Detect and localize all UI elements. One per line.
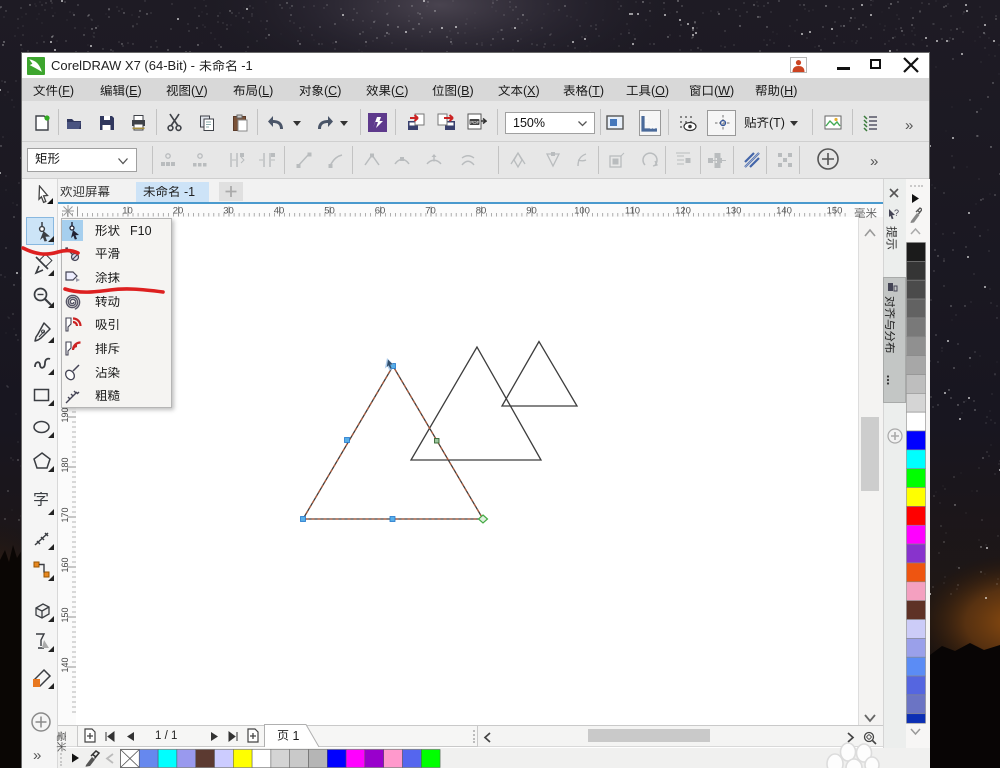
svg-text:120: 120 xyxy=(675,206,691,217)
svg-text:10: 10 xyxy=(122,206,133,217)
svg-text:170: 170 xyxy=(60,507,70,522)
svg-text:150: 150 xyxy=(827,206,843,217)
svg-text:190: 190 xyxy=(60,407,70,422)
svg-text:90: 90 xyxy=(526,206,537,217)
svg-text:150: 150 xyxy=(60,607,70,622)
svg-text:140: 140 xyxy=(776,206,792,217)
svg-text:40: 40 xyxy=(274,206,285,217)
svg-text:100: 100 xyxy=(574,206,590,217)
svg-text:70: 70 xyxy=(425,206,436,217)
svg-text:130: 130 xyxy=(726,206,742,217)
svg-text:140: 140 xyxy=(60,657,70,672)
svg-text:160: 160 xyxy=(60,557,70,572)
svg-text:180: 180 xyxy=(60,457,70,472)
svg-text:20: 20 xyxy=(173,206,184,217)
svg-text:?: ? xyxy=(894,208,899,218)
svg-text:80: 80 xyxy=(476,206,487,217)
svg-text:60: 60 xyxy=(375,206,386,217)
svg-text:50: 50 xyxy=(324,206,335,217)
svg-text:30: 30 xyxy=(223,206,234,217)
svg-text:110: 110 xyxy=(625,206,640,217)
svg-text:PDF: PDF xyxy=(470,120,479,125)
